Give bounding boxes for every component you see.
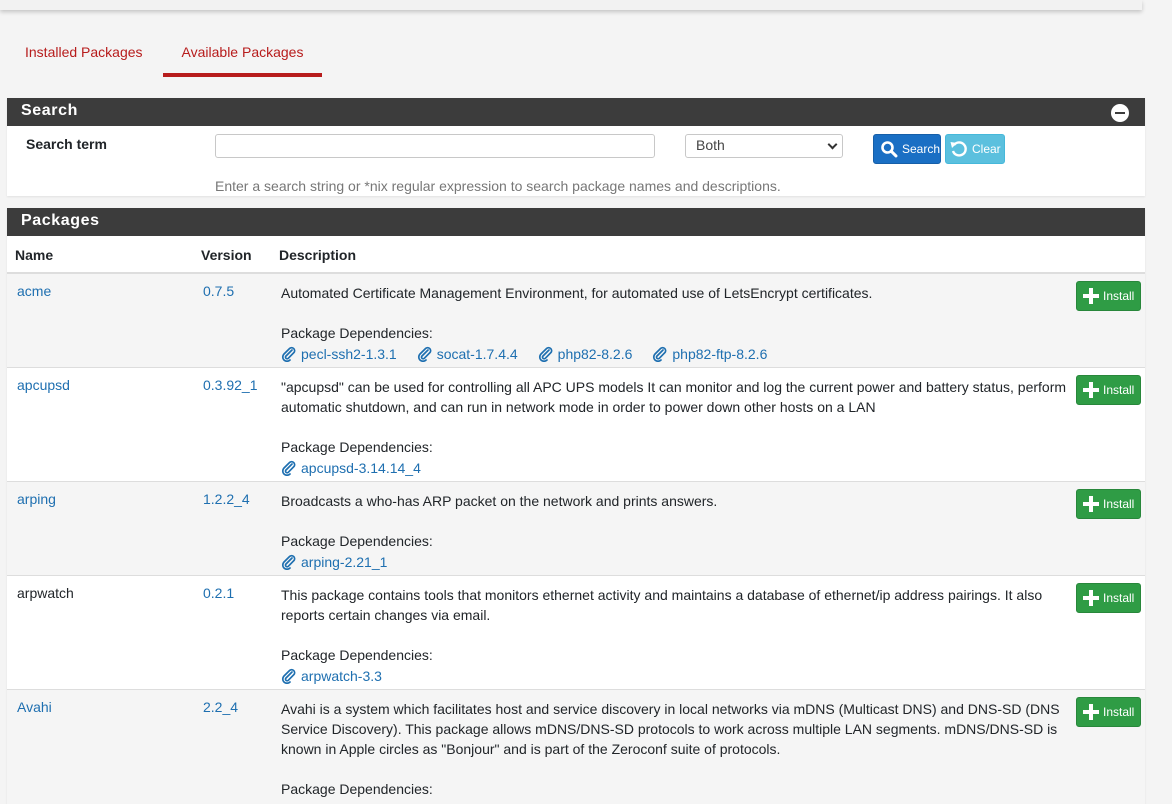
- package-description-text: Avahi is a system which facilitates host…: [281, 701, 1060, 757]
- install-button-label: Install: [1103, 497, 1135, 511]
- package-description: Broadcasts a who-has ARP packet on the n…: [281, 491, 1071, 572]
- package-version-link[interactable]: 2.2_4: [203, 699, 238, 715]
- paperclip-icon: [653, 346, 667, 362]
- dependency-link[interactable]: pecl-ssh2-1.3.1: [281, 344, 397, 364]
- package-name-link[interactable]: acme: [17, 283, 51, 299]
- package-dependencies: pecl-ssh2-1.3.1 socat-1.7.4.4 php82-8.2.…: [281, 344, 1071, 364]
- package-dependencies-label: Package Dependencies:: [281, 439, 433, 455]
- paperclip-icon: [538, 346, 553, 362]
- plus-icon: [1083, 288, 1099, 304]
- packages-panel-heading: Packages: [7, 208, 1145, 236]
- dependency-link[interactable]: php82-ftp-8.2.6: [652, 344, 767, 364]
- package-dependencies-label: Package Dependencies:: [281, 647, 433, 663]
- chevron-down-icon: [827, 139, 838, 150]
- table-row: acme 0.7.5 Automated Certificate Managem…: [7, 274, 1145, 368]
- search-button-label: Search: [901, 142, 940, 156]
- packages-panel: Packages Name Version Description acme 0…: [7, 208, 1145, 804]
- search-icon: [881, 141, 898, 158]
- dependency-name: socat-1.7.4.4: [436, 346, 518, 362]
- paperclip-icon: [281, 460, 296, 476]
- dependency-link[interactable]: arpwatch-3.3: [281, 666, 382, 686]
- package-version-link[interactable]: 1.2.2_4: [203, 491, 250, 507]
- package-description-text: Automated Certificate Management Environ…: [281, 285, 873, 301]
- install-button[interactable]: Install: [1076, 375, 1141, 405]
- column-header-description: Description: [279, 247, 357, 263]
- dependency-link[interactable]: php82-8.2.6: [538, 344, 633, 364]
- package-dependencies-label: Package Dependencies:: [281, 781, 433, 797]
- clear-button-label: Clear: [972, 142, 1001, 156]
- install-button[interactable]: Install: [1076, 489, 1141, 519]
- package-description-text: Broadcasts a who-has ARP packet on the n…: [281, 493, 718, 509]
- package-name: arpwatch: [17, 585, 74, 601]
- package-dependencies: arping-2.21_1: [281, 552, 1071, 572]
- dependency-name: php82-ftp-8.2.6: [672, 346, 768, 362]
- package-dependencies: apcupsd-3.14.14_4: [281, 458, 1071, 478]
- install-button[interactable]: Install: [1076, 281, 1141, 311]
- collapse-minus-icon[interactable]: [1111, 104, 1129, 122]
- search-help-text: Enter a search string or *nix regular ex…: [215, 178, 781, 194]
- column-header-version: Version: [201, 247, 252, 263]
- install-button-label: Install: [1103, 383, 1135, 397]
- package-dependencies: arpwatch-3.3: [281, 666, 1071, 686]
- search-panel-heading: Search: [7, 98, 1145, 126]
- table-row: arpwatch 0.2.1 This package contains too…: [7, 576, 1145, 690]
- dependency-link[interactable]: arping-2.21_1: [281, 552, 387, 572]
- plus-icon: [1083, 590, 1099, 606]
- dependency-name: php82-8.2.6: [557, 346, 633, 362]
- plus-icon: [1083, 496, 1099, 512]
- search-scope-selected: Both: [696, 137, 725, 153]
- table-row: arping 1.2.2_4 Broadcasts a who-has ARP …: [7, 482, 1145, 576]
- package-description: This package contains tools that monitor…: [281, 585, 1071, 686]
- package-description-text: This package contains tools that monitor…: [281, 587, 1043, 623]
- package-name-link[interactable]: Avahi: [17, 699, 52, 715]
- paperclip-icon: [281, 668, 296, 684]
- package-description-text: "apcupsd" can be used for controlling al…: [281, 379, 1067, 415]
- install-button-label: Install: [1103, 289, 1135, 303]
- search-button[interactable]: Search: [873, 134, 941, 164]
- table-row: apcupsd 0.3.92_1 "apcupsd" can be used f…: [7, 368, 1145, 482]
- package-description: Automated Certificate Management Environ…: [281, 283, 1071, 364]
- table-row: Avahi 2.2_4 Avahi is a system which faci…: [7, 690, 1145, 804]
- paperclip-icon: [417, 346, 432, 362]
- packages-panel-title: Packages: [21, 212, 100, 229]
- undo-icon: [950, 141, 967, 157]
- package-version-link[interactable]: 0.3.92_1: [203, 377, 258, 393]
- packages-table-header: Name Version Description: [7, 236, 1145, 274]
- dependency-link[interactable]: socat-1.7.4.4: [417, 344, 518, 364]
- package-tabs: Installed Packages Available Packages: [7, 36, 323, 78]
- package-dependencies-label: Package Dependencies:: [281, 533, 433, 549]
- package-description: "apcupsd" can be used for controlling al…: [281, 377, 1071, 478]
- search-term-label: Search term: [26, 136, 107, 152]
- package-dependencies-label: Package Dependencies:: [281, 325, 433, 341]
- search-panel: Search Search term Both Search Clear Ent…: [7, 98, 1145, 196]
- tab-installed-packages[interactable]: Installed Packages: [7, 36, 161, 76]
- dependency-name: pecl-ssh2-1.3.1: [301, 346, 397, 362]
- install-button-label: Install: [1103, 705, 1135, 719]
- install-button-label: Install: [1103, 591, 1135, 605]
- install-button[interactable]: Install: [1076, 697, 1141, 727]
- dependency-name: apcupsd-3.14.14_4: [301, 460, 421, 476]
- dependency-link[interactable]: apcupsd-3.14.14_4: [281, 458, 421, 478]
- package-description: Avahi is a system which facilitates host…: [281, 699, 1071, 799]
- column-header-name: Name: [15, 247, 54, 263]
- plus-icon: [1083, 704, 1099, 720]
- tab-available-packages[interactable]: Available Packages: [162, 36, 323, 77]
- package-version-link[interactable]: 0.2.1: [203, 585, 234, 601]
- search-input[interactable]: [215, 134, 655, 158]
- plus-icon: [1083, 382, 1099, 398]
- dependency-name: arpwatch-3.3: [301, 668, 382, 684]
- package-version-link[interactable]: 0.7.5: [203, 283, 234, 299]
- search-panel-title: Search: [21, 102, 78, 119]
- dependency-name: arping-2.21_1: [301, 554, 388, 570]
- package-name-link[interactable]: arping: [17, 491, 56, 507]
- package-name-link[interactable]: apcupsd: [17, 377, 70, 393]
- clear-button[interactable]: Clear: [945, 134, 1005, 164]
- top-navbar-edge: [0, 0, 1142, 10]
- paperclip-icon: [281, 554, 296, 570]
- install-button[interactable]: Install: [1076, 583, 1141, 613]
- search-scope-select[interactable]: Both: [685, 134, 843, 158]
- paperclip-icon: [281, 346, 296, 362]
